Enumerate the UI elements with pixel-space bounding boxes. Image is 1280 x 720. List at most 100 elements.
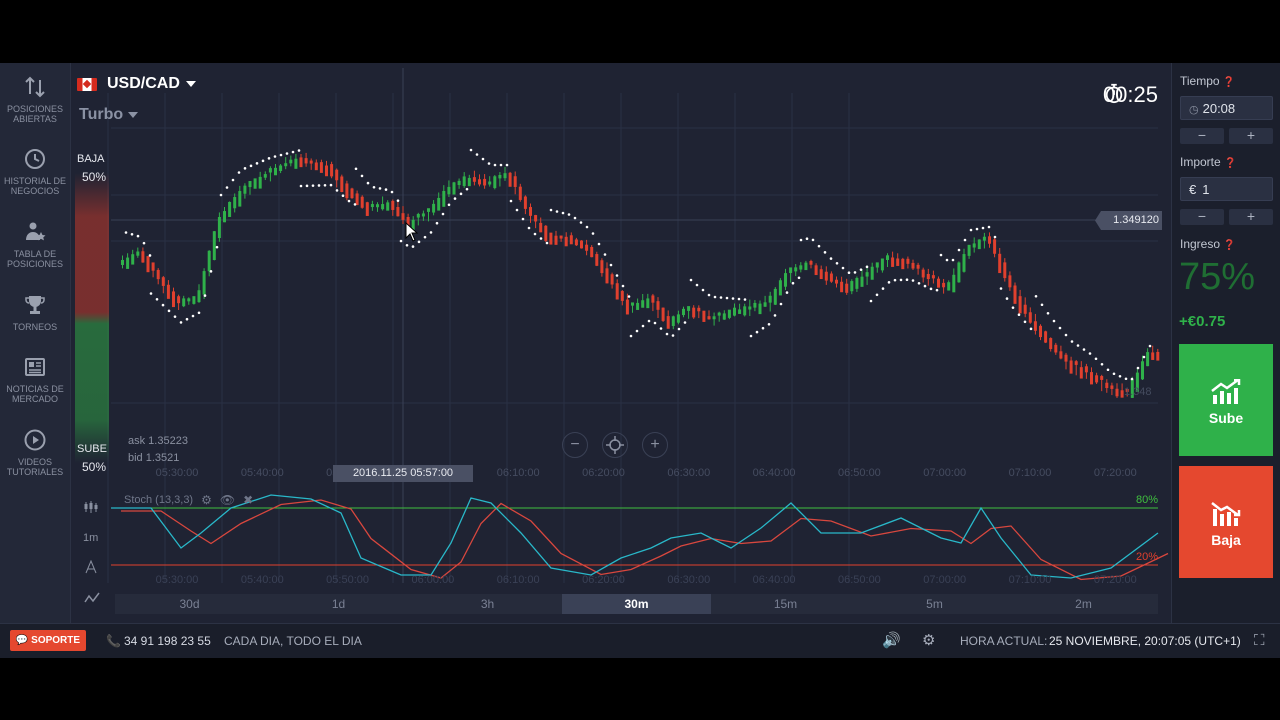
candle-body	[131, 254, 135, 265]
recenter-button[interactable]	[602, 432, 628, 458]
candle-body	[161, 277, 165, 286]
importe-plus-button[interactable]: +	[1229, 209, 1273, 225]
sar-dot	[1082, 348, 1086, 351]
sar-dot	[149, 292, 153, 295]
settings-gear-icon[interactable]: ⚙	[922, 624, 935, 658]
bid-quote: bid 1.3521	[128, 452, 180, 464]
sidebar-item-videos[interactable]: VIDEOS TUTORIALES	[0, 428, 70, 477]
sidebar-item-open-positions[interactable]: POSICIONES ABIERTAS	[0, 75, 70, 124]
candle-body	[615, 283, 619, 300]
help-icon[interactable]: ❓	[1223, 77, 1235, 88]
timeframe-2m[interactable]: 2m	[1009, 594, 1158, 614]
sar-dot	[509, 199, 513, 203]
importe-field[interactable]: €1	[1180, 177, 1273, 201]
sar-dot	[1011, 306, 1015, 309]
sar-dot	[124, 231, 128, 234]
sube-button[interactable]: Sube	[1179, 344, 1273, 456]
sar-dot	[317, 184, 321, 187]
candle-body	[539, 222, 543, 233]
indicator-settings-icon[interactable]: ⚙	[201, 493, 212, 507]
sar-dot	[459, 192, 463, 196]
candle-body	[733, 307, 736, 316]
candle-body	[794, 267, 798, 272]
sar-dot	[629, 334, 633, 338]
candle-body	[748, 306, 752, 310]
timeframe-30m[interactable]: 30m	[562, 594, 711, 614]
tiempo-minus-button[interactable]: −	[1180, 128, 1224, 144]
indicator-wave-icon	[84, 592, 100, 603]
candle-body	[656, 301, 660, 310]
price-chart[interactable]: 05:30:00 05:30:00 05:40:00 05:40:00 05:50:00…	[71, 63, 1170, 623]
fullscreen-icon[interactable]: ⛶	[1254, 624, 1265, 658]
timeframe-3h[interactable]: 3h	[413, 594, 562, 614]
sube-sentiment: SUBE 50%	[77, 440, 107, 476]
sar-dot	[521, 217, 525, 221]
sidebar-item-tournaments[interactable]: TORNEOS	[0, 293, 70, 332]
candle-body	[1064, 354, 1068, 362]
indicator-visibility-icon[interactable]: 👁	[220, 493, 235, 507]
history-clock-icon	[25, 149, 45, 169]
crosshair-icon	[606, 436, 624, 454]
candle-body	[447, 186, 451, 195]
time-axis-label: 07:10:00	[1009, 467, 1052, 479]
candle-body	[646, 298, 650, 309]
sar-dot	[1070, 340, 1074, 343]
sar-dot	[335, 189, 339, 192]
volume-icon[interactable]: 🔊	[882, 624, 901, 658]
chart-area[interactable]: 05:30:00 05:30:00 05:40:00 05:40:00 05:50:00…	[71, 63, 1170, 623]
indicator-remove-icon[interactable]: ✖	[243, 493, 253, 507]
candle-body	[299, 157, 303, 168]
sar-dot	[957, 248, 961, 252]
timeframe-15m[interactable]: 15m	[711, 594, 860, 614]
candle-body	[993, 239, 997, 254]
candle-interval-tool[interactable]: 1m	[83, 532, 98, 544]
candle-body	[126, 257, 130, 269]
zoom-out-button[interactable]: −	[562, 432, 588, 458]
candle-body	[217, 217, 221, 239]
sar-dot	[707, 293, 711, 297]
candle-body	[595, 254, 599, 266]
help-icon[interactable]: ❓	[1223, 240, 1235, 251]
importe-minus-button[interactable]: −	[1180, 209, 1224, 225]
candle-body	[1151, 352, 1155, 360]
time-axis-label: 07:20:00	[1094, 574, 1137, 586]
support-phone[interactable]: 34 91 198 23 55	[124, 624, 211, 658]
candle-body	[421, 213, 425, 217]
time-axis-label: 05:40:00	[241, 574, 284, 586]
timeframe-1d[interactable]: 1d	[264, 594, 413, 614]
time-axis-label: 07:00:00	[923, 574, 966, 586]
candle-body	[401, 213, 405, 220]
timeframe-5m[interactable]: 5m	[860, 594, 1009, 614]
sar-dot	[243, 167, 247, 170]
sar-dot	[725, 296, 729, 300]
support-button[interactable]: 💬 SOPORTE	[10, 630, 86, 651]
candle-body	[1090, 372, 1093, 385]
sidebar-item-news[interactable]: NOTICIAS DE MERCADO	[0, 355, 70, 404]
currency-symbol: €	[1189, 182, 1197, 197]
tiempo-field[interactable]: ◷ 20:08	[1180, 96, 1273, 120]
sar-dot	[567, 213, 571, 216]
sar-dot	[829, 257, 833, 260]
candle-body	[763, 302, 767, 307]
pencil-line-icon	[85, 560, 97, 574]
candle-body	[197, 290, 201, 303]
sube-label: Sube	[1208, 410, 1244, 426]
baja-button[interactable]: Baja	[1179, 466, 1273, 578]
help-icon[interactable]: ❓	[1224, 158, 1236, 169]
candle-body	[850, 281, 854, 292]
option-type-selector[interactable]: Turbo	[79, 106, 139, 124]
sar-dot	[799, 238, 803, 242]
sidebar-item-leaderboard[interactable]: TABLA DE POSICIONES	[0, 220, 70, 269]
baja-label: Baja	[1211, 532, 1241, 548]
timeframe-30d[interactable]: 30d	[115, 594, 264, 614]
sar-dot	[209, 270, 213, 273]
zoom-in-button[interactable]: +	[642, 432, 668, 458]
candle-body	[432, 203, 436, 213]
candle-body	[488, 181, 492, 185]
asset-selector[interactable]: USD/CAD	[77, 75, 196, 93]
candle-body	[1028, 312, 1032, 323]
candle-body	[743, 306, 747, 316]
candle-body	[304, 158, 308, 164]
tiempo-plus-button[interactable]: +	[1229, 128, 1273, 144]
sidebar-item-history[interactable]: HISTORIAL DE NEGOCIOS	[0, 147, 70, 196]
